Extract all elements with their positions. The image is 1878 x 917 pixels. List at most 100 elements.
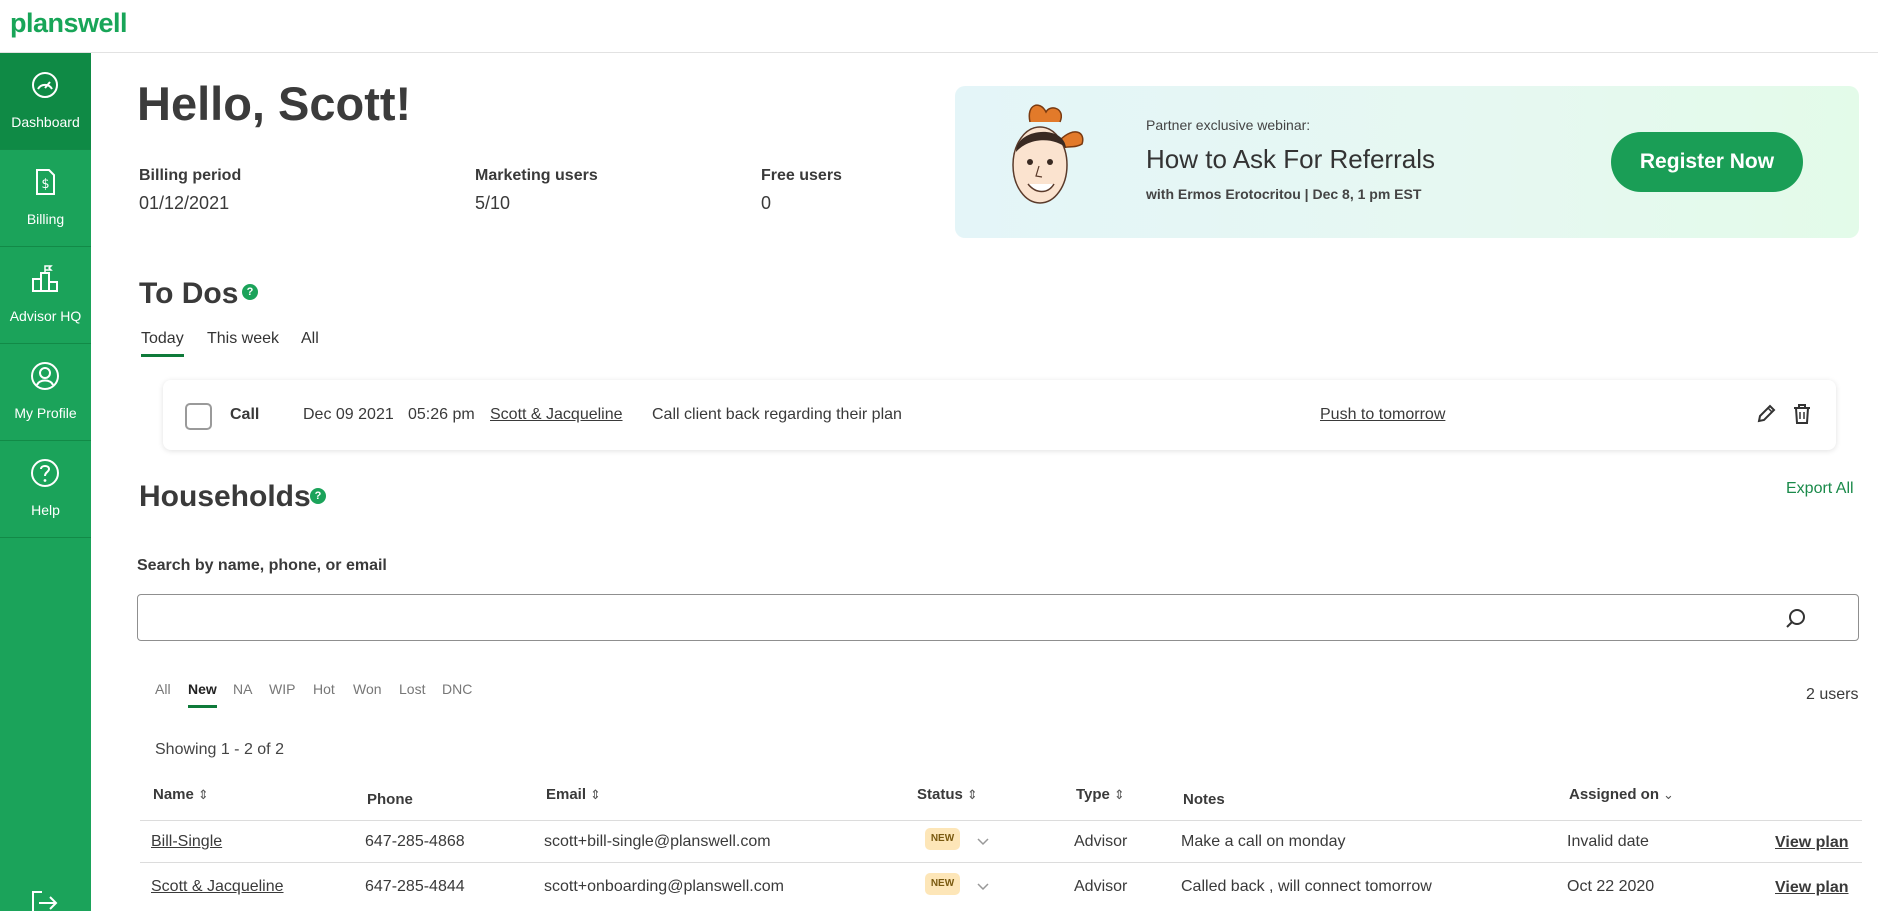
marketing-users-value: 5/10	[475, 193, 511, 213]
free-users-value: 0	[761, 193, 772, 213]
help-icon	[31, 459, 59, 487]
free-users-label: Free users	[761, 167, 842, 184]
webinar-banner: Partner exclusive webinar: How to Ask Fo…	[955, 86, 1859, 238]
household-assigned-on: Invalid date	[1567, 833, 1649, 850]
sidebar-item-label: My Profile	[14, 405, 77, 421]
profile-icon	[31, 362, 59, 390]
status-dropdown-chevron-icon[interactable]	[976, 834, 990, 848]
sort-icon: ⇕	[1113, 787, 1125, 802]
todo-item: Call Dec 09 2021 05:26 pm Scott & Jacque…	[163, 380, 1836, 450]
todos-help-icon[interactable]: ?	[242, 284, 258, 300]
users-count: 2 users	[1806, 686, 1859, 703]
sidebar-item-label: Advisor HQ	[9, 308, 82, 324]
tab-this-week[interactable]: This week	[207, 330, 279, 354]
column-header-phone: Phone	[367, 791, 413, 808]
filter-dnc[interactable]: DNC	[442, 681, 472, 705]
sidebar-item-help[interactable]: Help	[0, 441, 91, 538]
edit-pencil-icon[interactable]	[1755, 403, 1777, 425]
export-all-link[interactable]: Export All	[1786, 480, 1854, 498]
tab-today[interactable]: Today	[141, 330, 184, 357]
search-input[interactable]	[148, 603, 1788, 633]
column-header-label: Assigned on	[1569, 786, 1660, 803]
logout-icon[interactable]	[30, 889, 60, 917]
page-title: Hello, Scott!	[137, 77, 412, 130]
banner-eyebrow: Partner exclusive webinar:	[1146, 117, 1311, 133]
dashboard-gauge-icon	[32, 72, 58, 98]
filter-wip[interactable]: WIP	[269, 681, 295, 705]
sort-icon: ⇕	[590, 787, 601, 802]
advisor-hq-icon	[32, 265, 58, 292]
households-title: Households	[139, 480, 311, 513]
planswell-logo[interactable]: planswell	[10, 8, 128, 39]
column-header-type[interactable]: Type ⇕	[1076, 786, 1125, 803]
household-notes: Called back , will connect tomorrow	[1181, 878, 1432, 895]
status-badge: NEW	[925, 828, 960, 850]
household-type: Advisor	[1074, 878, 1128, 895]
household-assigned-on: Oct 22 2020	[1567, 878, 1655, 895]
table-header-divider	[140, 820, 1862, 821]
todo-type: Call	[230, 406, 260, 423]
delete-trash-icon[interactable]	[1791, 403, 1813, 425]
household-name-link[interactable]: Bill-Single	[151, 833, 222, 851]
row-divider	[140, 862, 1862, 863]
filter-new[interactable]: New	[188, 681, 217, 708]
tab-all[interactable]: All	[301, 330, 319, 354]
status-badge: NEW	[925, 873, 960, 895]
column-header-status[interactable]: Status ⇕	[917, 786, 978, 803]
search-label: Search by name, phone, or email	[137, 557, 387, 574]
sidebar-item-my-profile[interactable]: My Profile	[0, 344, 91, 441]
filter-lost[interactable]: Lost	[399, 681, 425, 705]
column-header-name[interactable]: Name ⇕	[153, 786, 209, 803]
sidebar-item-dashboard[interactable]: Dashboard	[0, 53, 91, 150]
household-email: scott+onboarding@planswell.com	[544, 878, 784, 895]
filter-hot[interactable]: Hot	[313, 681, 335, 705]
sidebar-item-label: Help	[31, 502, 60, 518]
view-plan-link[interactable]: View plan	[1775, 879, 1849, 897]
todo-note: Call client back regarding their plan	[652, 406, 902, 423]
view-plan-link[interactable]: View plan	[1775, 834, 1849, 852]
filter-na[interactable]: NA	[233, 681, 252, 705]
todo-checkbox[interactable]	[185, 403, 212, 430]
household-email: scott+bill-single@planswell.com	[544, 833, 771, 850]
sidebar: Dashboard $ Billing Advisor HQ My Profil…	[0, 53, 91, 915]
svg-text:$: $	[41, 177, 49, 192]
sidebar-item-billing[interactable]: $ Billing	[0, 150, 91, 247]
billing-period-value: 01/12/2021	[139, 193, 230, 213]
todo-date: Dec 09 2021	[303, 406, 394, 423]
sidebar-item-advisor-hq[interactable]: Advisor HQ	[0, 247, 91, 344]
register-now-button[interactable]: Register Now	[1611, 132, 1803, 192]
column-header-label: Name	[153, 786, 194, 803]
banner-title: How to Ask For Referrals	[1146, 144, 1435, 174]
todo-client-link[interactable]: Scott & Jacqueline	[490, 406, 623, 424]
sidebar-item-label: Dashboard	[11, 114, 80, 130]
billing-dollar-icon: $	[36, 169, 55, 195]
sort-icon: ⇕	[966, 787, 978, 802]
top-bar: planswell	[0, 0, 1878, 53]
sort-icon: ⌄	[1663, 787, 1674, 802]
search-field	[137, 594, 1859, 641]
column-header-assigned-on[interactable]: Assigned on ⌄	[1569, 786, 1674, 803]
marketing-users-label: Marketing users	[475, 167, 598, 184]
household-name-link[interactable]: Scott & Jacqueline	[151, 878, 284, 896]
column-header-label: Email	[546, 786, 587, 803]
pagination-summary: Showing 1 - 2 of 2	[155, 741, 284, 758]
status-dropdown-chevron-icon[interactable]	[976, 879, 990, 893]
column-header-notes: Notes	[1183, 791, 1225, 808]
filter-won[interactable]: Won	[353, 681, 382, 705]
column-header-label: Status	[917, 786, 963, 803]
presenter-caricature-illustration	[1012, 104, 1084, 204]
households-help-icon[interactable]: ?	[310, 488, 326, 504]
search-icon[interactable]	[1785, 608, 1807, 630]
household-type: Advisor	[1074, 833, 1128, 850]
household-phone: 647-285-4844	[365, 878, 465, 895]
push-to-tomorrow-link[interactable]: Push to tomorrow	[1320, 406, 1445, 424]
filter-all[interactable]: All	[155, 681, 171, 705]
sort-icon: ⇕	[197, 787, 209, 802]
todo-time: 05:26 pm	[408, 406, 475, 423]
column-header-email[interactable]: Email ⇕	[546, 786, 601, 803]
banner-subtitle: with Ermos Erotocritou | Dec 8, 1 pm EST	[1146, 186, 1422, 202]
household-phone: 647-285-4868	[365, 833, 465, 850]
sidebar-item-label: Billing	[26, 211, 65, 227]
column-header-label: Type	[1076, 786, 1110, 803]
household-notes: Make a call on monday	[1181, 833, 1346, 850]
